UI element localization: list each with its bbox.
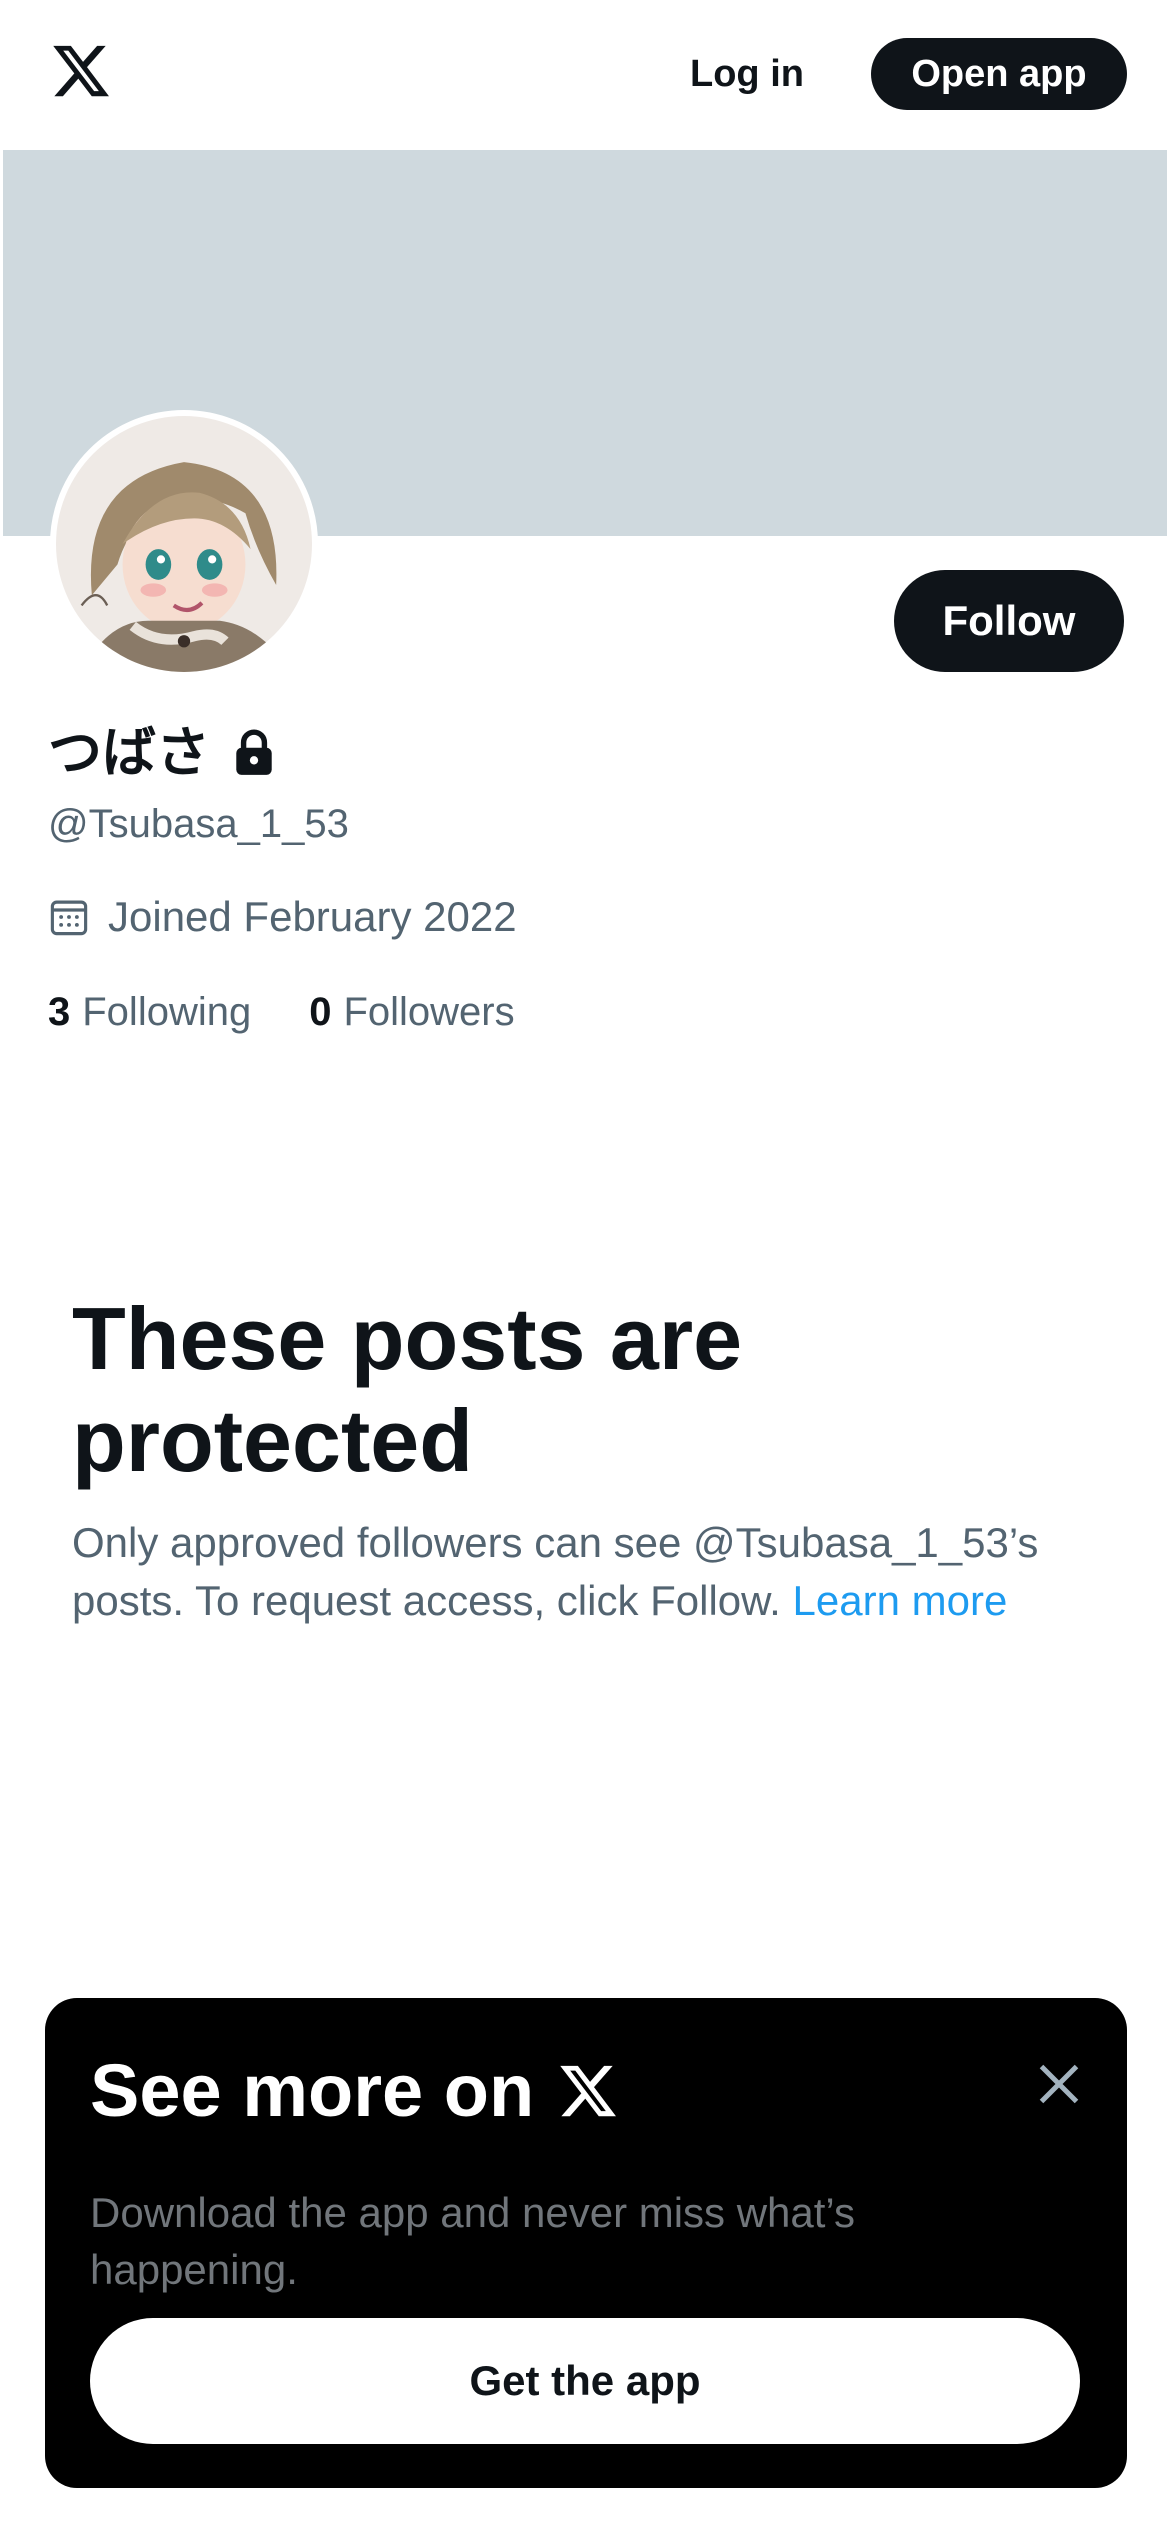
lock-icon xyxy=(236,729,272,775)
promo-text: Download the app and never miss what’s h… xyxy=(90,2189,856,2293)
open-app-button[interactable]: Open app xyxy=(871,38,1127,110)
follow-stats: 3 Following 0 Followers xyxy=(48,984,515,1040)
x-logo-icon[interactable] xyxy=(48,40,114,102)
followers-count: 0 xyxy=(309,990,332,1034)
following-count: 3 xyxy=(48,990,71,1034)
joined-date: Joined February 2022 xyxy=(48,888,517,946)
get-app-button[interactable]: Get the app xyxy=(90,2318,1080,2444)
top-bar: Log in Open app xyxy=(0,0,1170,150)
display-name-text: つばさ xyxy=(48,723,210,783)
promo-title-text: See more on xyxy=(90,2049,535,2132)
x-logo-icon xyxy=(560,2065,617,2117)
close-icon[interactable] xyxy=(1029,2054,1089,2114)
joined-text: Joined February 2022 xyxy=(108,893,517,940)
user-handle: @Tsubasa_1_53 xyxy=(48,802,349,846)
app-promo-banner: See more on Download the app and never m… xyxy=(45,1998,1127,2488)
display-name: つばさ xyxy=(48,718,276,788)
profile-page: Log in Open app Follow つばさ @Tsubasa_1_53… xyxy=(0,0,1170,2532)
follow-button[interactable]: Follow xyxy=(894,570,1124,672)
followers-label: Followers xyxy=(343,990,515,1034)
following-label: Following xyxy=(82,990,252,1034)
learn-more-link[interactable]: Learn more xyxy=(793,1577,1008,1624)
protected-description: Only approved followers can see @Tsubasa… xyxy=(72,1514,1082,1630)
followers-stat[interactable]: 0 Followers xyxy=(309,984,514,1040)
profile-avatar[interactable] xyxy=(50,410,318,678)
promo-title: See more on xyxy=(90,2046,620,2136)
calendar-icon xyxy=(50,900,88,936)
protected-title: These posts are protected xyxy=(72,1289,743,1490)
following-stat[interactable]: 3 Following xyxy=(48,984,251,1040)
login-link[interactable]: Log in xyxy=(690,44,804,104)
